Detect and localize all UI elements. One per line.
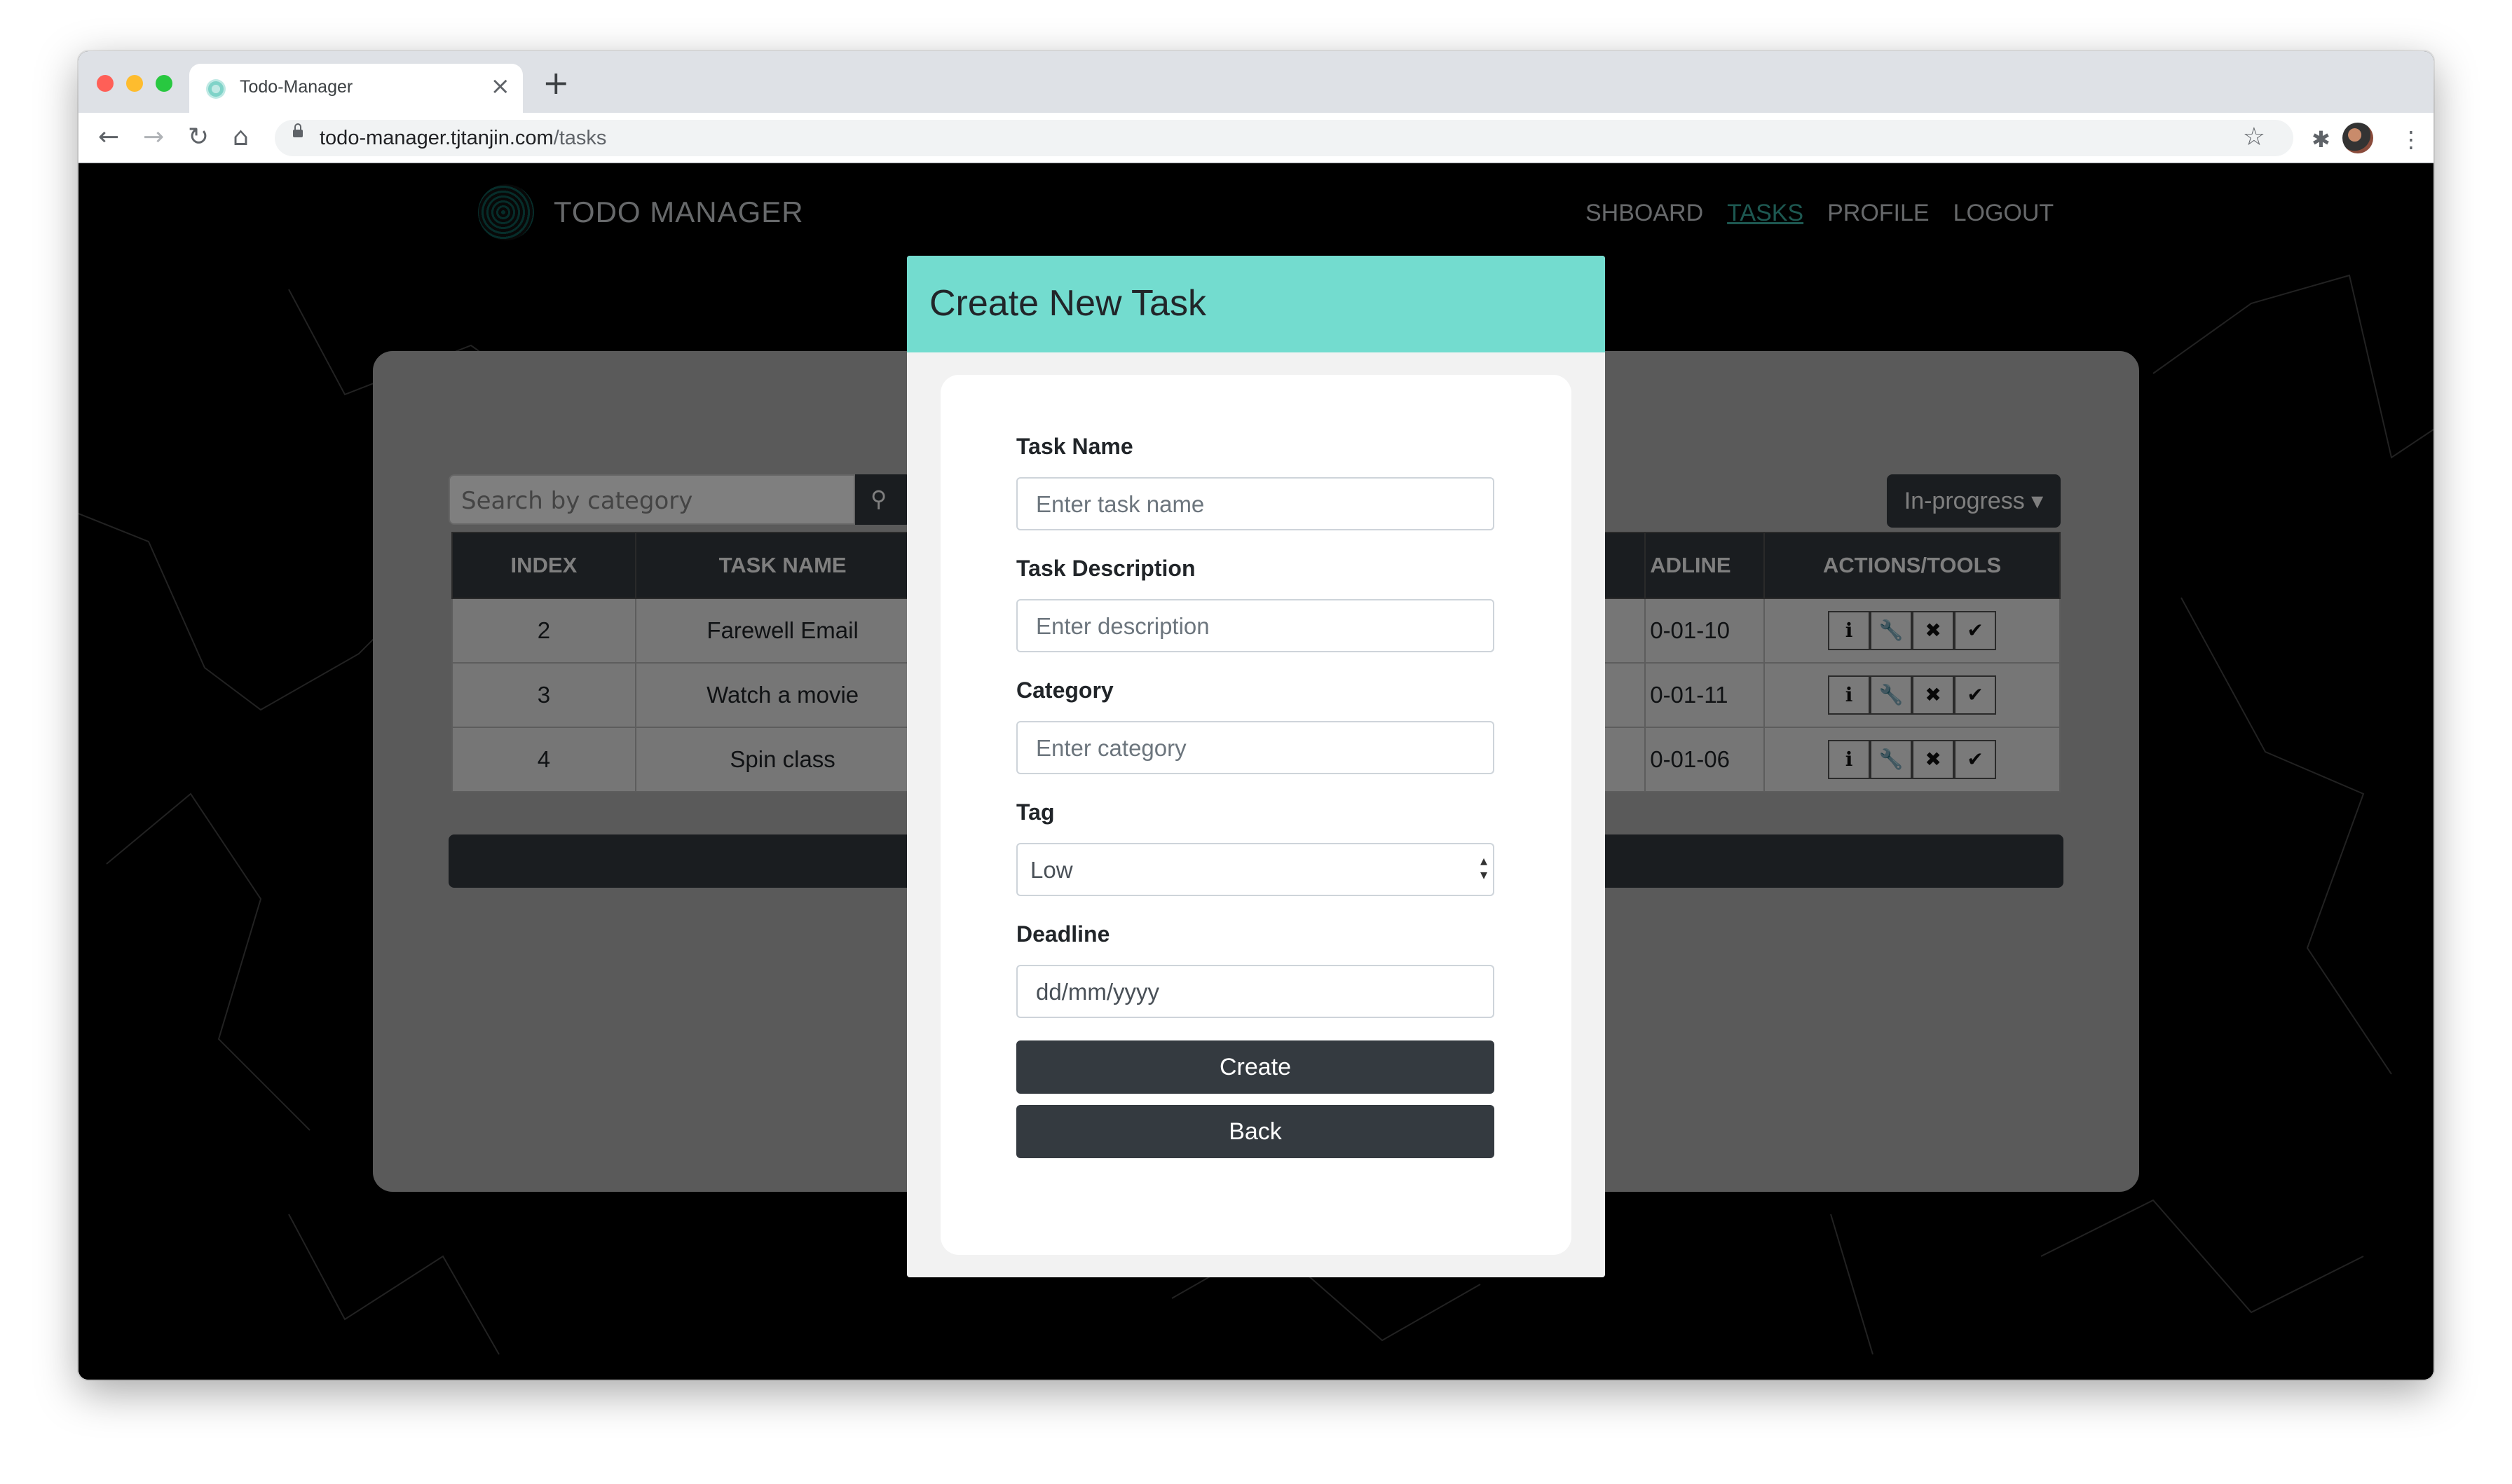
deadline-date-input[interactable]: dd/mm/yyyy xyxy=(1016,965,1494,1018)
profile-avatar[interactable] xyxy=(2342,123,2373,153)
task-name-input[interactable]: Enter task name xyxy=(1016,477,1494,530)
modal-header: Create New Task xyxy=(907,256,1605,352)
new-tab-button[interactable]: + xyxy=(542,65,570,100)
create-button[interactable]: Create xyxy=(1016,1040,1494,1094)
deadline-label: Deadline xyxy=(1016,921,1110,947)
url-text: todo-manager.tjtanjin.com/tasks xyxy=(320,127,606,150)
home-icon[interactable]: ⌂ xyxy=(233,123,249,152)
browser-toolbar: ← → ↻ ⌂ todo-manager.tjtanjin.com/tasks … xyxy=(78,113,2434,163)
browser-tab[interactable]: Todo-Manager × xyxy=(189,64,523,113)
url-path: /tasks xyxy=(553,127,607,149)
task-description-label: Task Description xyxy=(1016,556,1196,581)
tag-select[interactable]: Low ▴ ▾ xyxy=(1016,843,1494,896)
tag-label: Tag xyxy=(1016,799,1055,825)
extensions-icon[interactable]: ✱ xyxy=(2312,127,2330,152)
select-arrows-icon: ▴ ▾ xyxy=(1480,853,1487,883)
address-bar[interactable]: todo-manager.tjtanjin.com/tasks ☆ xyxy=(275,120,2293,156)
bookmark-star-icon[interactable]: ☆ xyxy=(2243,123,2265,151)
browser-window: Todo-Manager × + ← → ↻ ⌂ todo-manager.tj… xyxy=(78,51,2434,1380)
back-button[interactable]: Back xyxy=(1016,1105,1494,1158)
tag-selected-value: Low xyxy=(1030,857,1073,883)
favicon-icon xyxy=(206,79,226,99)
tab-bar: Todo-Manager × + xyxy=(78,51,2434,113)
close-window-button[interactable] xyxy=(97,75,114,92)
url-host: todo-manager.tjtanjin.com xyxy=(320,127,554,149)
forward-icon[interactable]: → xyxy=(143,123,164,152)
reload-icon[interactable]: ↻ xyxy=(188,123,209,152)
window-controls xyxy=(97,75,172,92)
category-label: Category xyxy=(1016,678,1114,703)
category-input[interactable]: Enter category xyxy=(1016,721,1494,774)
minimize-window-button[interactable] xyxy=(126,75,143,92)
tab-close-icon[interactable]: × xyxy=(491,72,511,100)
lock-icon xyxy=(293,123,303,137)
task-description-input[interactable]: Enter description xyxy=(1016,599,1494,652)
back-icon[interactable]: ← xyxy=(98,123,119,152)
modal-title: Create New Task xyxy=(929,283,1206,324)
browser-menu-icon[interactable]: ⋮ xyxy=(2400,127,2422,152)
modal-form-card: Task Name Enter task name Task Descripti… xyxy=(941,375,1571,1255)
tab-title: Todo-Manager xyxy=(240,77,353,97)
page-content: TODO MANAGER SHBOARD TASKS PROFILE LOGOU… xyxy=(78,163,2434,1380)
create-task-modal: Create New Task Task Name Enter task nam… xyxy=(907,256,1605,1277)
task-name-label: Task Name xyxy=(1016,434,1133,459)
maximize-window-button[interactable] xyxy=(156,75,172,92)
